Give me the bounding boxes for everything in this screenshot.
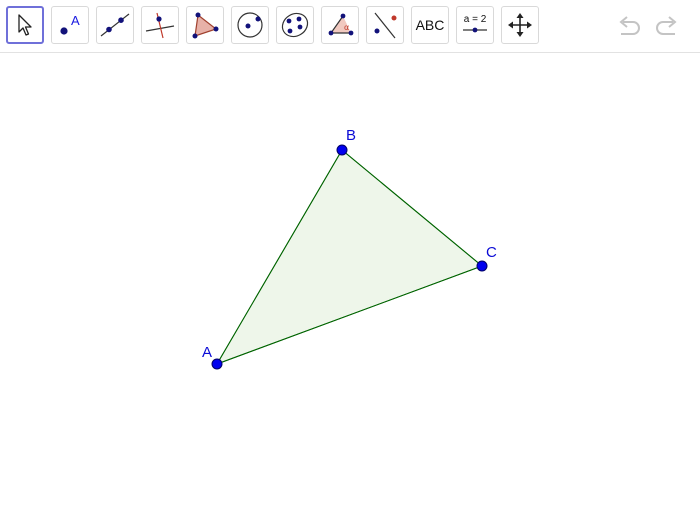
slider-icon: a = 2 [463, 14, 487, 33]
line-tool-button[interactable] [96, 6, 134, 44]
text-tool-label: ABC [415, 17, 445, 33]
circle-tool-button[interactable] [231, 6, 269, 44]
point-c[interactable] [476, 260, 488, 272]
slider-icon-label: a = 2 [464, 14, 487, 25]
move-arrows-icon [508, 13, 532, 37]
graphics-view[interactable]: A B C [0, 53, 700, 500]
point-b[interactable] [336, 144, 348, 156]
redo-icon [656, 16, 677, 35]
polygon-tool-button[interactable] [186, 6, 224, 44]
text-tool-button[interactable]: ABC [411, 6, 449, 44]
line-through-points-icon [100, 13, 130, 37]
polygon-icon [192, 12, 219, 39]
graphics-canvas[interactable]: A B C [0, 53, 700, 500]
slider-tool-button[interactable]: a = 2 [456, 6, 494, 44]
move-tool-button[interactable] [6, 6, 44, 44]
point-a-label: A [202, 344, 212, 361]
point-icon: A [60, 13, 80, 35]
conic-tool-button[interactable] [276, 6, 314, 44]
move-graphics-view-tool-button[interactable] [501, 6, 539, 44]
perpendicular-line-tool-button[interactable] [141, 6, 179, 44]
undo-button[interactable] [614, 12, 644, 42]
reflect-about-line-icon [374, 12, 397, 39]
toolbar: A α ABC a = 2 [0, 0, 700, 53]
point-tool-button[interactable]: A [51, 6, 89, 44]
angle-icon-label: α [344, 23, 349, 32]
angle-tool-button[interactable]: α [321, 6, 359, 44]
undo-icon [619, 16, 640, 35]
point-b-label: B [346, 127, 356, 144]
redo-button[interactable] [652, 12, 682, 42]
reflect-tool-button[interactable] [366, 6, 404, 44]
circle-center-point-icon [237, 12, 263, 38]
point-a[interactable] [211, 358, 223, 370]
point-c-label: C [486, 244, 497, 261]
angle-icon: α [328, 13, 354, 36]
ellipse-five-points-icon [281, 12, 309, 38]
point-icon-label: A [71, 13, 80, 28]
triangle-polygon[interactable] [215, 149, 483, 365]
cursor-arrow-icon [18, 14, 32, 36]
perpendicular-line-icon [145, 12, 175, 39]
